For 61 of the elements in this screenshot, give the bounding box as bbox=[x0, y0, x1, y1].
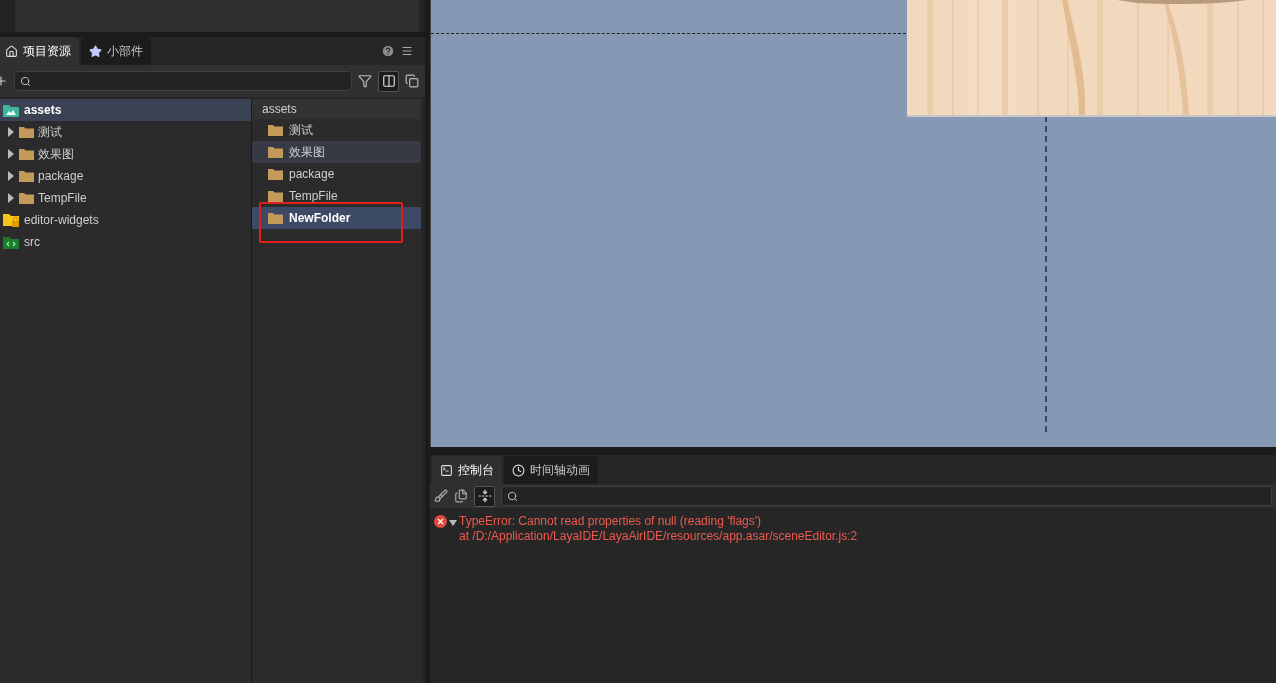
file-list-item[interactable]: NewFolder bbox=[252, 207, 421, 229]
locked-folder-icon bbox=[2, 213, 20, 227]
expand-arrow-icon[interactable] bbox=[7, 193, 15, 203]
tree-item-label: TempFile bbox=[38, 190, 87, 207]
two-column-view-button[interactable] bbox=[378, 70, 399, 92]
file-list-item[interactable]: 效果图 bbox=[252, 141, 421, 163]
tree-item[interactable]: TempFile bbox=[0, 187, 251, 209]
folder-icon bbox=[19, 192, 34, 204]
tree-item-label: 效果图 bbox=[38, 146, 74, 163]
folder-icon bbox=[19, 148, 34, 160]
panel-tab[interactable]: 时间轴动画 bbox=[504, 456, 598, 484]
tree-item[interactable]: assets bbox=[0, 99, 251, 121]
file-list-item[interactable]: TempFile bbox=[252, 185, 421, 207]
console-search-field[interactable] bbox=[501, 486, 1272, 506]
tree-item[interactable]: 测试 bbox=[0, 121, 251, 143]
star-icon bbox=[89, 44, 102, 58]
assets-folder-icon bbox=[2, 103, 20, 117]
folder-icon bbox=[268, 168, 283, 180]
tree-item-label: src bbox=[24, 234, 40, 251]
tree-item[interactable]: editor-widgets bbox=[0, 209, 251, 231]
collapse-icon[interactable] bbox=[405, 74, 419, 88]
home-icon bbox=[5, 44, 18, 58]
error-icon bbox=[434, 515, 447, 528]
panel-tab[interactable]: 控制台 bbox=[432, 456, 502, 484]
copy-icon[interactable] bbox=[454, 489, 468, 503]
help-icon[interactable] bbox=[381, 44, 395, 58]
folder-icon bbox=[268, 146, 283, 158]
expand-arrow-icon[interactable] bbox=[7, 127, 15, 137]
breadcrumb: assets bbox=[252, 99, 421, 119]
folder-icon bbox=[268, 190, 283, 202]
error-message: at /D:/Application/LayaIDE/LayaAirIDE/resources/app.asar/sceneEditor.js:2 bbox=[459, 529, 858, 544]
clear-icon[interactable] bbox=[434, 489, 448, 503]
folder-icon bbox=[19, 126, 34, 138]
tree-item-label: editor-widgets bbox=[24, 212, 99, 229]
folder-icon bbox=[268, 124, 283, 136]
menu-icon[interactable] bbox=[401, 45, 413, 57]
terminal-icon bbox=[440, 463, 453, 477]
tree-item[interactable]: src bbox=[0, 231, 251, 253]
wrap-toggle-button[interactable] bbox=[474, 485, 495, 507]
panel-tab[interactable]: 小部件 bbox=[81, 37, 151, 65]
error-message: TypeError: Cannot read properties of null (reading 'flags') bbox=[459, 514, 763, 529]
code-folder-icon bbox=[2, 235, 20, 249]
search-icon bbox=[20, 75, 31, 87]
filter-icon[interactable] bbox=[358, 74, 372, 88]
search-icon bbox=[507, 490, 518, 502]
folder-icon bbox=[19, 170, 34, 182]
clock-icon bbox=[512, 463, 525, 477]
tree-item[interactable]: package bbox=[0, 165, 251, 187]
tree-item-label: 测试 bbox=[38, 124, 62, 141]
tree-item-label: package bbox=[38, 168, 84, 185]
panel-tab[interactable]: 项目资源 bbox=[0, 37, 79, 65]
expand-arrow-icon[interactable] bbox=[449, 518, 457, 528]
file-list-item[interactable]: 测试 bbox=[252, 119, 421, 141]
file-list-item[interactable]: package bbox=[252, 163, 421, 185]
expand-arrow-icon[interactable] bbox=[7, 149, 15, 159]
columns-icon bbox=[381, 74, 396, 88]
tree-item[interactable]: 效果图 bbox=[0, 143, 251, 165]
folder-icon bbox=[268, 212, 283, 224]
tree-item-label: assets bbox=[24, 102, 62, 119]
search-field[interactable] bbox=[14, 71, 352, 91]
expand-arrow-icon[interactable] bbox=[7, 171, 15, 181]
